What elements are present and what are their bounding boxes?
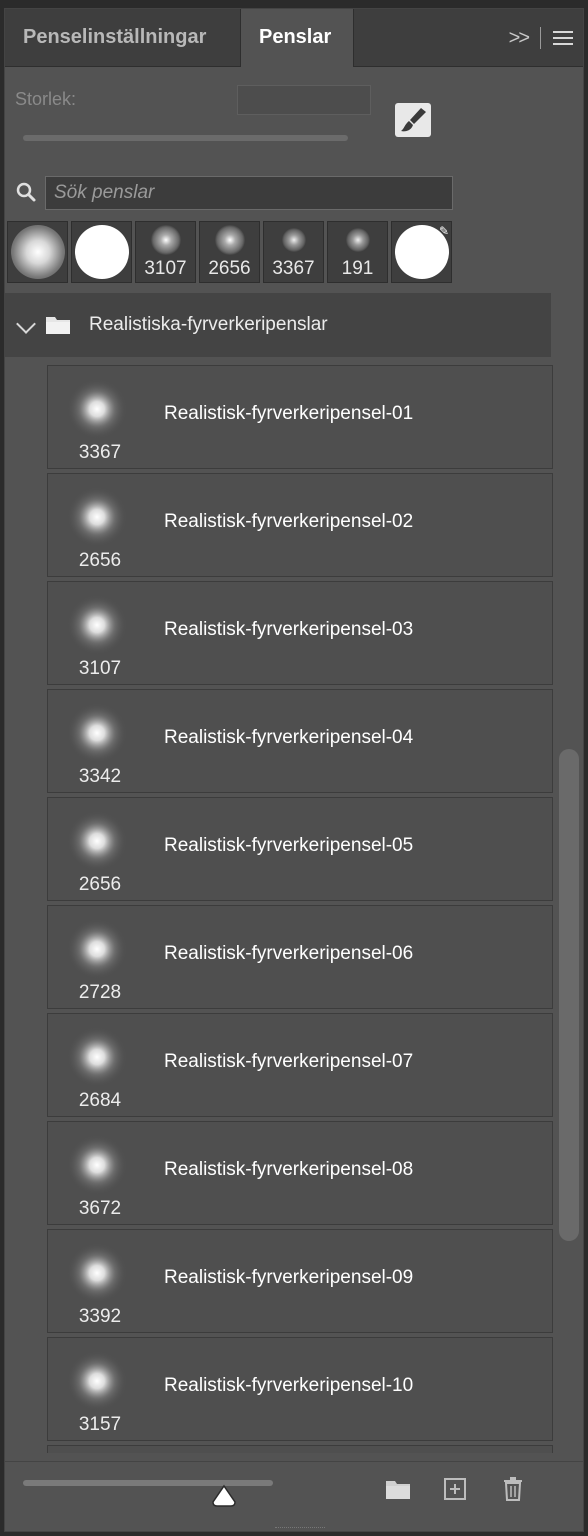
search-input[interactable]	[45, 176, 453, 210]
brush-group-name: Realistiska-fyrverkeripenslar	[89, 314, 328, 335]
brush-size: 3107	[144, 258, 187, 279]
brush-group-header[interactable]: Realistiska-fyrverkeripenslar	[5, 293, 551, 357]
firework-thumbnail	[67, 703, 127, 763]
brush-size: 3392	[78, 1306, 122, 1327]
firework-thumbnail	[67, 379, 127, 439]
brush-name: Realistisk-fyrverkeripensel-02	[164, 511, 414, 532]
brush-size: 191	[341, 258, 374, 279]
collapse-panel-icon[interactable]: >>	[509, 27, 530, 50]
hard-round-brush-icon	[75, 225, 129, 279]
brush-item[interactable]: 3367 Realistisk-fyrverkeripensel-01	[47, 365, 553, 469]
recent-brush-soft-round[interactable]	[7, 221, 68, 283]
recent-brush-191[interactable]: 191	[327, 221, 388, 283]
scrollbar-thumb[interactable]	[559, 749, 579, 1241]
folder-icon	[45, 315, 71, 335]
divider	[540, 27, 541, 49]
brush-name: Realistisk-fyrverkeripensel-09	[164, 1267, 414, 1288]
tab-brushes[interactable]: Penslar	[241, 9, 354, 67]
trash-icon[interactable]	[501, 1476, 527, 1502]
bottom-toolbar	[5, 1461, 583, 1531]
brush-item-partial[interactable]	[47, 1445, 553, 1453]
recent-brush-eraser[interactable]: ✎	[391, 221, 452, 283]
firework-brush-icon	[281, 228, 306, 252]
folder-icon[interactable]	[385, 1476, 411, 1502]
firework-thumbnail	[67, 811, 127, 871]
tab-tools: >>	[509, 23, 573, 53]
brush-item[interactable]: 3342 Realistisk-fyrverkeripensel-04	[47, 689, 553, 793]
recent-brush-3107[interactable]: 3107	[135, 221, 196, 283]
brush-name: Realistisk-fyrverkeripensel-06	[164, 943, 414, 964]
brush-size: 3367	[272, 258, 315, 279]
firework-thumbnail	[67, 487, 127, 547]
firework-thumbnail	[67, 919, 127, 979]
brush-item[interactable]: 2656 Realistisk-fyrverkeripensel-02	[47, 473, 553, 577]
brush-size: 3157	[78, 1414, 122, 1435]
recent-brush-2656[interactable]: 2656	[199, 221, 260, 283]
brush-item[interactable]: 2728 Realistisk-fyrverkeripensel-06	[47, 905, 553, 1009]
brush-item[interactable]: 2684 Realistisk-fyrverkeripensel-07	[47, 1013, 553, 1117]
recent-brushes: 3107 2656 3367 191 ✎	[7, 221, 457, 285]
add-icon[interactable]	[443, 1476, 469, 1502]
size-slider[interactable]	[23, 135, 348, 141]
search-icon	[15, 181, 37, 203]
brush-item[interactable]: 3157 Realistisk-fyrverkeripensel-10	[47, 1337, 553, 1441]
brush-name: Realistisk-fyrverkeripensel-03	[164, 619, 414, 640]
firework-brush-icon	[345, 228, 370, 252]
firework-thumbnail	[67, 1135, 127, 1195]
brush-item[interactable]: 3672 Realistisk-fyrverkeripensel-08	[47, 1121, 553, 1225]
brush-size: 2684	[78, 1090, 122, 1111]
brush-name: Realistisk-fyrverkeripensel-04	[164, 727, 414, 748]
brush-name: Realistisk-fyrverkeripensel-01	[164, 403, 414, 424]
size-label: Storlek:	[15, 89, 77, 109]
menu-icon[interactable]	[553, 31, 573, 45]
firework-thumbnail	[67, 1027, 127, 1087]
firework-thumbnail	[67, 1351, 127, 1411]
brush-size: 2656	[78, 874, 122, 895]
tab-brush-settings[interactable]: Penselinställningar	[5, 9, 241, 66]
brush-item[interactable]: 2656 Realistisk-fyrverkeripensel-05	[47, 797, 553, 901]
brush-name: Realistisk-fyrverkeripensel-08	[164, 1159, 414, 1180]
firework-thumbnail	[67, 595, 127, 655]
brush-list: Realistiska-fyrverkeripenslar 3367 Reali…	[5, 293, 553, 1453]
brush-name: Realistisk-fyrverkeripensel-05	[164, 835, 414, 856]
recent-brush-hard-round[interactable]	[71, 221, 132, 283]
tab-bar: Penselinställningar Penslar >>	[5, 9, 583, 67]
resize-grip[interactable]	[275, 1527, 325, 1531]
eraser-icon: ✎	[438, 224, 449, 238]
brush-name: Realistisk-fyrverkeripensel-10	[164, 1375, 414, 1396]
firework-thumbnail	[67, 1243, 127, 1303]
brush-size: 2656	[78, 550, 122, 571]
firework-brush-icon	[150, 225, 181, 255]
soft-round-brush-icon	[11, 225, 65, 279]
firework-brush-icon	[214, 225, 245, 255]
brush-size: 2656	[208, 258, 251, 279]
chevron-down-icon[interactable]	[16, 314, 36, 334]
brush-item[interactable]: 3392 Realistisk-fyrverkeripensel-09	[47, 1229, 553, 1333]
brush-size: 3342	[78, 766, 122, 787]
brush-size: 2728	[78, 982, 122, 1003]
brush-size: 3672	[78, 1198, 122, 1219]
slider-handle[interactable]	[211, 1484, 237, 1508]
brush-size: 3107	[78, 658, 122, 679]
brushes-panel: Penselinställningar Penslar >> Storlek:	[4, 8, 584, 1532]
brush-name: Realistisk-fyrverkeripensel-07	[164, 1051, 414, 1072]
brush-size: 3367	[78, 442, 122, 463]
brush-item[interactable]: 3107 Realistisk-fyrverkeripensel-03	[47, 581, 553, 685]
brush-icon[interactable]	[395, 103, 431, 137]
size-field[interactable]	[237, 85, 371, 115]
recent-brush-3367[interactable]: 3367	[263, 221, 324, 283]
